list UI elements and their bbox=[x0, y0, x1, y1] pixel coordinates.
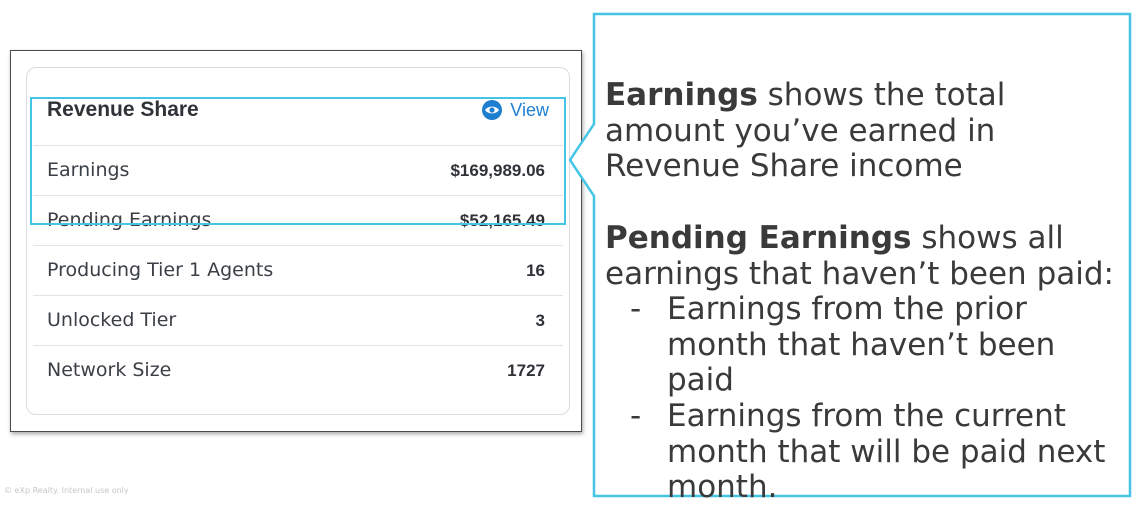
callout-text: Earnings shows the total amount you’ve e… bbox=[605, 77, 1120, 506]
row-unlocked-tier: Unlocked Tier 3 bbox=[33, 295, 563, 345]
list-item: - Earnings from the prior month that hav… bbox=[605, 291, 1120, 399]
bullet-text: Earnings from the prior month that haven… bbox=[667, 291, 1056, 399]
bullet-marker: - bbox=[630, 398, 642, 435]
pending-term: Pending Earnings bbox=[605, 219, 912, 256]
row-value: 16 bbox=[526, 261, 545, 280]
row-label: Network Size bbox=[47, 359, 172, 381]
bullet-marker: - bbox=[630, 291, 642, 328]
footnote: © eXp Realty. Internal use only bbox=[4, 486, 129, 495]
row-producing-tier-1-agents: Producing Tier 1 Agents 16 bbox=[33, 245, 563, 295]
earnings-highlight-box bbox=[30, 97, 566, 225]
earnings-term: Earnings bbox=[605, 77, 758, 113]
annotated-screenshot: Revenue Share View Earnings $169,989.06 bbox=[0, 0, 1138, 506]
row-value: 3 bbox=[535, 311, 545, 330]
row-value: 1727 bbox=[507, 361, 545, 380]
bullet-text: Earnings from the current month that wil… bbox=[667, 398, 1106, 506]
pending-description: Pending Earnings shows all earnings that… bbox=[605, 219, 1120, 292]
earnings-description: Earnings shows the total amount you’ve e… bbox=[605, 77, 1120, 185]
row-label: Unlocked Tier bbox=[47, 309, 177, 331]
list-item: - Earnings from the current month that w… bbox=[605, 398, 1120, 506]
row-network-size: Network Size 1727 bbox=[33, 345, 563, 395]
row-label: Producing Tier 1 Agents bbox=[47, 259, 274, 281]
pending-bullets: - Earnings from the prior month that hav… bbox=[605, 291, 1120, 506]
